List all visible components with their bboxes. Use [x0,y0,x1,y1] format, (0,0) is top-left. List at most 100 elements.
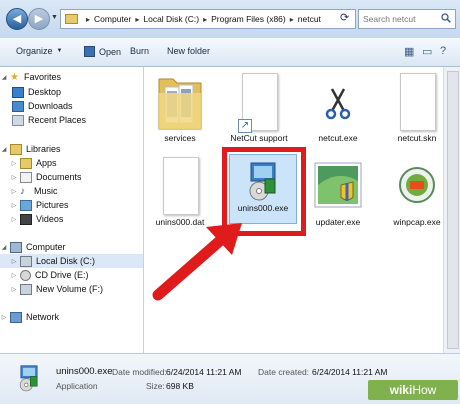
size-value: 698 KB [166,381,194,391]
nav-item-videos[interactable]: ▷ Videos [10,212,63,226]
back-button[interactable]: ◀ [6,8,28,30]
burn-button[interactable]: Burn [130,46,149,56]
back-arrow-icon: ◀ [12,13,22,25]
preview-pane-icon[interactable]: ▭ [422,45,432,58]
nav-label: Music [34,186,58,196]
open-label: Open [99,46,122,57]
watermark-thin: How [412,383,437,397]
nav-item-downloads[interactable]: Downloads [10,99,73,113]
burn-label: Burn [130,46,150,56]
date-created-label: Date created: [258,367,310,377]
collapsed-triangle-icon[interactable]: ▷ [10,286,18,293]
details-file-type: Application [56,381,98,391]
nav-label: CD Drive (E:) [35,270,89,280]
collapsed-triangle-icon[interactable]: ▷ [10,188,18,195]
search-icon[interactable] [441,13,451,23]
vertical-scrollbar[interactable] [443,67,460,353]
address-bar[interactable]: ▸ Computer ▸ Local Disk (C:) ▸ Program F… [60,9,356,29]
chevron-right-icon[interactable]: ▸ [290,15,294,24]
date-created-value: 6/24/2014 11:21 AM [312,367,388,377]
documents-icon [20,171,32,183]
date-modified-label: Date modified: [112,367,167,377]
forward-arrow-icon: ▶ [34,13,44,25]
wikihow-watermark: wikiHow [368,380,458,400]
hard-drive-icon [20,283,32,295]
nav-item-desktop[interactable]: Desktop [10,85,61,99]
collapsed-triangle-icon[interactable]: ▷ [10,258,18,265]
organize-button[interactable]: Organize ▼ [16,46,62,56]
explorer-window: ◀ ▶ ▼ ▸ Computer ▸ Local Disk (C:) ▸ Pro… [0,0,460,404]
watermark-bold: wiki [389,383,413,397]
nav-label: Pictures [36,200,69,210]
recent-places-icon [12,114,24,126]
collapsed-triangle-icon[interactable]: ▷ [10,202,18,209]
forward-button[interactable]: ▶ [28,8,50,30]
refresh-icon[interactable]: ⟳ [340,11,349,24]
nav-label: Downloads [28,101,73,111]
open-button[interactable]: Open [84,46,121,57]
view-options-icon[interactable]: ▦ [404,45,414,58]
expanded-triangle-icon[interactable]: ◢ [0,74,8,81]
file-list-pane: services ↗ NetCut support netcut.exe net… [144,67,460,353]
size-label: Size: [146,381,165,391]
pictures-icon [20,199,32,211]
nav-label: Network [26,312,60,322]
chevron-right-icon[interactable]: ▸ [135,15,139,24]
collapsed-triangle-icon[interactable]: ▷ [10,174,18,181]
details-file-name: unins000.exe [56,366,113,377]
nav-item-computer[interactable]: ◢ Computer [0,240,66,254]
hard-drive-icon [20,255,32,267]
computer-icon [10,241,22,253]
nav-item-documents[interactable]: ▷ Documents [10,170,82,184]
cd-drive-icon [20,269,31,281]
expanded-triangle-icon[interactable]: ◢ [0,146,8,153]
nav-item-network[interactable]: ▷ Network [0,310,59,324]
nav-label: New Volume (F:) [36,284,104,294]
network-icon [10,311,22,323]
chevron-right-icon[interactable]: ▸ [203,15,207,24]
new-folder-button[interactable]: New folder [167,46,210,56]
date-modified-value: 6/24/2014 11:21 AM [166,367,242,377]
new-folder-label: New folder [167,46,211,56]
breadcrumb-netcut[interactable]: netcut [298,14,321,24]
nav-item-apps[interactable]: ▷ Apps [10,156,57,170]
collapsed-triangle-icon[interactable]: ▷ [10,216,18,223]
nav-label: Videos [36,214,64,224]
breadcrumb-computer[interactable]: Computer [94,14,131,24]
collapsed-triangle-icon[interactable]: ▷ [10,272,18,279]
nav-item-pictures[interactable]: ▷ Pictures [10,198,69,212]
chevron-down-icon: ▼ [56,48,63,54]
collapsed-triangle-icon[interactable]: ▷ [0,314,8,321]
libraries-icon [10,143,22,155]
folder-icon [65,14,78,24]
downloads-icon [12,100,24,112]
nav-item-music[interactable]: ▷ ♪ Music [10,184,58,198]
desktop-icon [12,86,24,98]
expanded-triangle-icon[interactable]: ◢ [0,244,8,251]
navigation-pane: ◢ ★ Favorites Desktop Downloads Recent P… [0,67,144,353]
nav-label: Computer [26,242,66,252]
breadcrumb-program-files[interactable]: Program Files (x86) [211,14,286,24]
scrollbar-thumb[interactable] [447,71,459,349]
nav-label: Apps [36,158,57,168]
nav-item-cd-drive[interactable]: ▷ CD Drive (E:) [10,268,89,282]
nav-label: Local Disk (C:) [36,256,96,266]
nav-label: Desktop [28,87,62,97]
command-bar: Organize ▼ Open Burn New folder ▦ ▭ ? [0,38,460,67]
nav-item-favorites[interactable]: ◢ ★ Favorites [0,70,61,84]
installer-icon [19,365,38,392]
collapsed-triangle-icon[interactable]: ▷ [10,160,18,167]
nav-item-new-volume[interactable]: ▷ New Volume (F:) [10,282,103,296]
nav-label: Libraries [26,144,61,154]
breadcrumb-local-disk[interactable]: Local Disk (C:) [143,14,199,24]
nav-item-recent-places[interactable]: Recent Places [10,113,86,127]
nav-item-local-disk[interactable]: ▷ Local Disk (C:) [0,254,143,268]
search-input[interactable] [363,13,437,25]
help-icon[interactable]: ? [440,45,446,57]
red-arrow-annotation [152,223,242,301]
recent-pages-dropdown[interactable]: ▼ [51,14,58,21]
nav-item-libraries[interactable]: ◢ Libraries [0,142,61,156]
nav-label: Favorites [24,72,62,82]
search-box[interactable] [358,9,456,29]
chevron-right-icon[interactable]: ▸ [86,15,90,24]
